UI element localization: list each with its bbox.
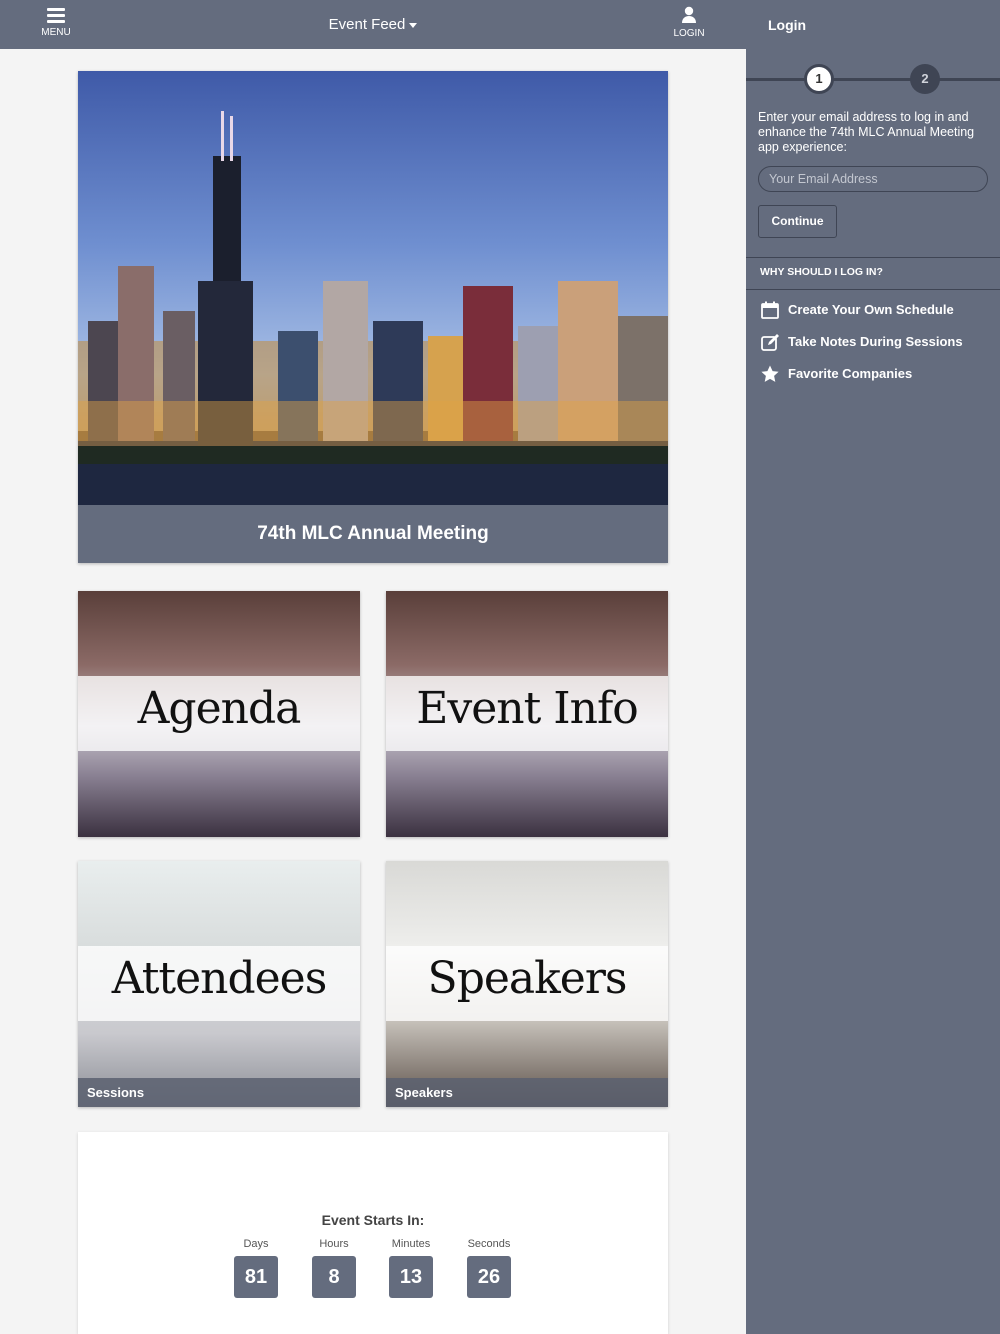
hero-caption: 74th MLC Annual Meeting bbox=[78, 505, 668, 563]
why-login-heading: WHY SHOULD I LOG IN? bbox=[760, 266, 883, 278]
agenda-tile-title: Agenda bbox=[137, 683, 302, 734]
speakers-footer-label: Speakers bbox=[386, 1078, 668, 1107]
feature-label: Favorite Companies bbox=[788, 366, 913, 381]
calendar-icon bbox=[761, 301, 779, 319]
countdown-unit-label: Seconds bbox=[467, 1238, 511, 1250]
countdown-value: 13 bbox=[389, 1256, 433, 1298]
event-hero-banner[interactable]: 74th MLC Annual Meeting bbox=[78, 71, 668, 563]
email-field[interactable] bbox=[758, 166, 988, 192]
countdown-seconds: Seconds 26 bbox=[459, 1238, 519, 1298]
event-feed-title: Event Feed bbox=[328, 16, 406, 33]
event-feed-dropdown[interactable]: Event Feed bbox=[0, 16, 746, 33]
login-button[interactable]: LOGIN bbox=[669, 6, 709, 39]
countdown-heading: Event Starts In: bbox=[321, 1212, 425, 1228]
login-intro-text: Enter your email address to log in and e… bbox=[758, 110, 975, 154]
countdown-value: 8 bbox=[312, 1256, 356, 1298]
event-info-tile-title: Event Info bbox=[416, 683, 639, 734]
login-panel: Login 1 2 Enter your email address to lo… bbox=[746, 0, 1000, 1334]
countdown-value: 26 bbox=[467, 1256, 511, 1298]
divider bbox=[746, 289, 1000, 290]
sessions-footer-label: Sessions bbox=[78, 1078, 360, 1107]
city-skyline-image bbox=[78, 71, 668, 505]
attendees-tile-title: Attendees bbox=[111, 953, 328, 1004]
star-icon bbox=[761, 365, 779, 382]
countdown-unit-label: Days bbox=[243, 1238, 269, 1250]
countdown-days: Days 81 bbox=[226, 1238, 286, 1298]
divider bbox=[746, 257, 1000, 258]
feature-label: Take Notes During Sessions bbox=[788, 334, 963, 349]
speakers-tile-title: Speakers bbox=[427, 953, 628, 1004]
login-label: LOGIN bbox=[673, 28, 705, 39]
step-2-indicator: 2 bbox=[910, 64, 940, 94]
countdown-value: 81 bbox=[234, 1256, 278, 1298]
event-info-tile[interactable]: Event Info bbox=[386, 591, 668, 837]
agenda-tile[interactable]: Agenda bbox=[78, 591, 360, 837]
countdown-unit-label: Hours bbox=[319, 1238, 349, 1250]
login-panel-title: Login bbox=[768, 17, 807, 33]
user-icon bbox=[682, 6, 696, 23]
speakers-tile[interactable]: Speakers Speakers bbox=[386, 861, 668, 1107]
top-nav-bar: MENU Event Feed LOGIN bbox=[0, 0, 746, 49]
step-1-indicator: 1 bbox=[804, 64, 834, 94]
feature-label: Create Your Own Schedule bbox=[788, 302, 954, 317]
countdown-hours: Hours 8 bbox=[304, 1238, 364, 1298]
countdown-minutes: Minutes 13 bbox=[381, 1238, 441, 1298]
caret-down-icon bbox=[409, 22, 418, 28]
edit-note-icon bbox=[761, 334, 779, 351]
countdown-unit-label: Minutes bbox=[391, 1238, 431, 1250]
skyline-illustration bbox=[78, 111, 668, 505]
continue-button[interactable]: Continue bbox=[758, 205, 837, 238]
attendees-tile[interactable]: Attendees Sessions bbox=[78, 861, 360, 1107]
step-progress-line bbox=[746, 78, 1000, 81]
event-countdown: Event Starts In: Days 81 Hours 8 Minutes… bbox=[78, 1132, 668, 1334]
